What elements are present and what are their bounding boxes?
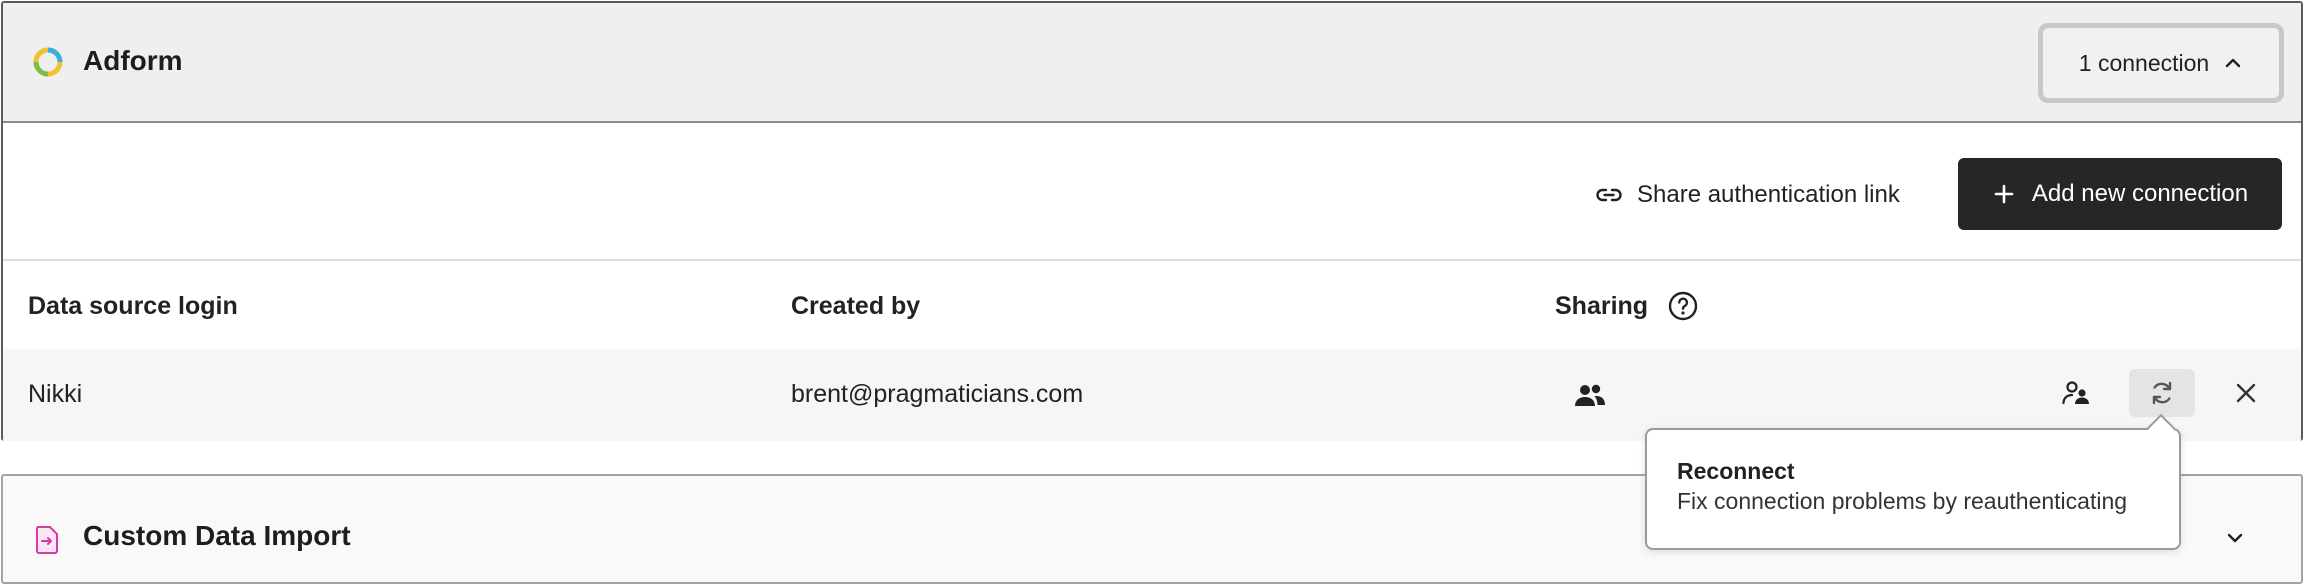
link-icon: [1596, 188, 1622, 202]
row-created-by: brent@pragmaticians.com: [791, 380, 1084, 408]
chevron-up-icon: [2226, 58, 2241, 68]
connections-toggle-button[interactable]: 1 connection: [2038, 23, 2284, 103]
reconnect-button[interactable]: [2129, 369, 2195, 417]
provider-name: Custom Data Import: [83, 520, 351, 551]
remove-connection-button[interactable]: [2213, 369, 2279, 417]
share-link-label: Share authentication link: [1637, 181, 1900, 208]
share-user-icon: [2062, 381, 2089, 405]
adform-logo-icon: [33, 47, 63, 77]
column-header-login: Data source login: [28, 292, 238, 320]
users-icon: [1575, 384, 1605, 406]
tooltip-title: Reconnect: [1677, 458, 1795, 484]
column-header-sharing: Sharing: [1555, 292, 1649, 320]
share-authentication-link[interactable]: Share authentication link: [1595, 177, 1900, 213]
column-header-created-by: Created by: [791, 292, 921, 320]
add-new-connection-button[interactable]: Add new connection: [1958, 158, 2282, 230]
chevron-down-icon[interactable]: [2225, 528, 2245, 548]
help-circle-icon[interactable]: [1667, 290, 1699, 322]
plus-icon: [1994, 184, 2014, 204]
connections-count-label: 1 connection: [2078, 49, 2210, 76]
close-icon: [2236, 383, 2256, 403]
reconnect-tooltip: Reconnect Fix connection problems by rea…: [1645, 413, 2181, 550]
card-header: Adform 1 connection: [3, 3, 2301, 123]
tooltip-text: Fix connection problems by reauthenticat…: [1677, 488, 2128, 514]
adform-connection-card: Adform 1 connection Share authentication…: [1, 1, 2303, 441]
provider-name: Adform: [83, 45, 183, 76]
add-connection-label: Add new connection: [2031, 180, 2249, 207]
file-import-icon: [35, 526, 58, 554]
share-connection-button[interactable]: [2043, 369, 2109, 417]
refresh-icon: [2152, 381, 2172, 405]
table-header: Data source login Created by Sharing: [3, 263, 2301, 349]
connection-toolbar: Share authentication link Add new connec…: [3, 125, 2301, 261]
row-login: Nikki: [28, 380, 83, 408]
